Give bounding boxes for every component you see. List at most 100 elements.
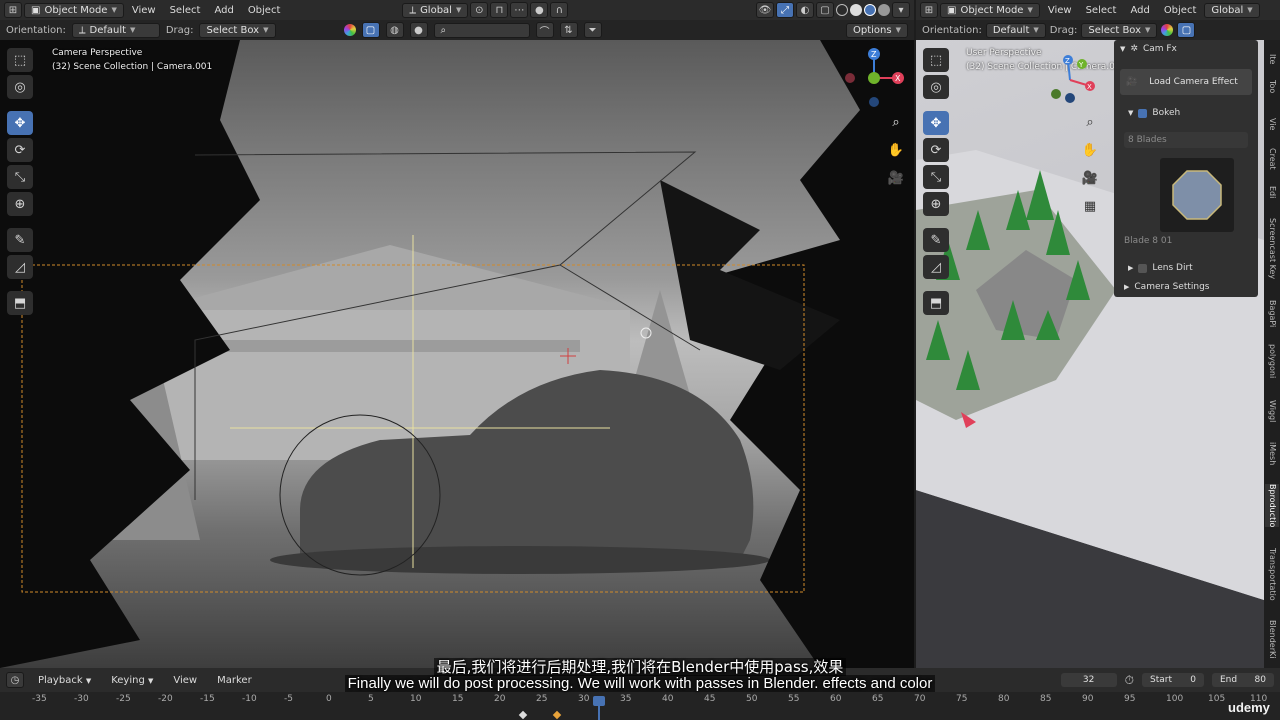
rotate-tool-icon[interactable]: ⟳ <box>7 138 33 162</box>
drag-dropdown[interactable]: Select Box ▼ <box>199 22 276 38</box>
square-select-icon[interactable]: ▢ <box>361 22 380 38</box>
move-tool-icon[interactable]: ✥ <box>7 111 33 135</box>
add-cube-tool-icon[interactable]: ⬒ <box>923 291 949 315</box>
timeline-tick-label: -10 <box>242 694 257 704</box>
playhead[interactable] <box>593 696 605 706</box>
add-cube-tool-icon[interactable]: ⬒ <box>7 291 33 315</box>
mode-dropdown[interactable]: ▣ Object Mode ▼ <box>24 2 124 18</box>
shading-options-icon[interactable]: ▾ <box>892 2 910 18</box>
camera-settings-toggle[interactable]: ▶ Camera Settings <box>1124 282 1252 292</box>
bokeh-checkbox[interactable] <box>1138 108 1148 118</box>
globe-icon[interactable]: ◍ <box>385 22 404 38</box>
measure-tool-icon[interactable]: ◿ <box>7 255 33 279</box>
visibility-icon[interactable]: 👁 <box>756 2 774 18</box>
overlay-toggle-icon[interactable]: ◐ <box>796 2 814 18</box>
cursor-tool-icon[interactable]: ◎ <box>923 75 949 99</box>
keyframe-marker[interactable] <box>518 710 528 720</box>
funnel-icon[interactable]: ⏷ <box>583 22 602 38</box>
sphere-icon[interactable]: ● <box>409 22 428 38</box>
blades-dropdown[interactable]: 8 Blades <box>1124 132 1248 148</box>
side-tab-bproduction[interactable]: Bproductio <box>1265 484 1279 528</box>
menu-add[interactable]: Add <box>208 3 239 18</box>
move-tool-icon[interactable]: ✥ <box>923 111 949 135</box>
load-camera-effect-button[interactable]: 🎥 Load Camera Effect <box>1120 69 1252 95</box>
chevron-down-icon: ▼ <box>1027 6 1033 14</box>
side-tab-wiggle[interactable]: Wiggl <box>1265 400 1279 422</box>
sort-icon[interactable]: ⇅ <box>559 22 578 38</box>
zoom-icon[interactable]: ⌕ <box>886 112 906 132</box>
zoom-icon[interactable]: ⌕ <box>1080 112 1100 132</box>
orientation-dropdown[interactable]: Default ▼ <box>985 22 1046 38</box>
side-tab-view[interactable]: Vie <box>1265 118 1279 130</box>
lens-dirt-toggle[interactable]: ▶ Lens Dirt <box>1128 263 1252 273</box>
color-wheel-icon[interactable] <box>1161 24 1174 36</box>
navigation-gizmo[interactable]: Z X <box>840 44 910 114</box>
side-tab-polygoniq[interactable]: polygoni <box>1265 344 1279 378</box>
rotate-tool-icon[interactable]: ⟳ <box>923 138 949 162</box>
orientation-dropdown[interactable]: ⟂ Default ▼ <box>71 22 160 38</box>
falloff-icon[interactable]: ∩ <box>550 2 569 18</box>
keyframe-marker[interactable] <box>552 710 562 720</box>
cam-fx-header[interactable]: ▼ ✲ Cam Fx <box>1120 44 1252 54</box>
navigation-gizmo[interactable]: Z Y X <box>1044 50 1104 110</box>
editor-type-icon[interactable]: ⊞ <box>920 2 938 18</box>
transform-orientation-dropdown[interactable]: Global ▼ <box>1204 2 1260 18</box>
side-tab-create[interactable]: Creat <box>1265 148 1279 170</box>
select-tool-icon[interactable]: ⬚ <box>923 48 949 72</box>
transform-tool-icon[interactable]: ⊕ <box>923 192 949 216</box>
timeline-tick-label: 5 <box>368 694 374 704</box>
menu-view[interactable]: View <box>1042 3 1078 18</box>
menu-object[interactable]: Object <box>242 3 287 18</box>
viewport-search-input[interactable]: ⌕ <box>433 22 530 38</box>
shading-rendered-icon[interactable] <box>878 4 890 16</box>
snap-icon[interactable]: ⊓ <box>490 2 509 18</box>
side-tab-bagapie[interactable]: BagaPi <box>1265 300 1279 327</box>
square-select-icon[interactable]: ▢ <box>1177 22 1196 38</box>
scale-tool-icon[interactable]: ⤡ <box>7 165 33 189</box>
timeline-ruler[interactable]: -35 -30 -25 -20 -15 -10 -5 0 5 10 15 20 25 30 35 40 45 50… <box>0 692 1280 720</box>
drag-dropdown[interactable]: Select Box ▼ <box>1081 22 1158 38</box>
gizmo-toggle-icon[interactable]: ⤢ <box>776 2 794 18</box>
menu-add[interactable]: Add <box>1124 3 1155 18</box>
menu-select[interactable]: Select <box>164 3 207 18</box>
filter-icon[interactable]: ⌒ <box>535 22 554 38</box>
pan-hand-icon[interactable]: ✋ <box>886 140 906 160</box>
proportional-edit-icon[interactable]: ● <box>530 2 549 18</box>
annotate-tool-icon[interactable]: ✎ <box>7 228 33 252</box>
side-tab-edit[interactable]: Edi <box>1265 186 1279 198</box>
snap-target-icon[interactable]: ⋯ <box>510 2 529 18</box>
side-tab-screencast-keys[interactable]: Screencast Key <box>1265 218 1279 279</box>
camera-view-icon[interactable]: 🎥 <box>1080 168 1100 188</box>
side-tab-transportation[interactable]: Transportatio <box>1265 548 1279 601</box>
mode-dropdown[interactable]: ▣ Object Mode ▼ <box>940 2 1040 18</box>
menu-object[interactable]: Object <box>1158 3 1203 18</box>
scale-tool-icon[interactable]: ⤡ <box>923 165 949 189</box>
annotate-tool-icon[interactable]: ✎ <box>923 228 949 252</box>
shading-wireframe-icon[interactable] <box>836 4 848 16</box>
side-tab-item[interactable]: Ite <box>1265 54 1279 64</box>
lens-dirt-checkbox[interactable] <box>1138 263 1148 273</box>
cursor-tool-icon[interactable]: ◎ <box>7 75 33 99</box>
side-tab-blenderkit[interactable]: BlenderKi <box>1265 620 1279 658</box>
side-tab-imesh[interactable]: iMesh <box>1265 442 1279 465</box>
color-wheel-icon[interactable] <box>343 24 356 36</box>
grid-view-icon[interactable]: ▦ <box>1080 196 1100 216</box>
editor-type-icon[interactable]: ⊞ <box>4 2 22 18</box>
camera-view-icon[interactable]: 🎥 <box>886 168 906 188</box>
shading-material-icon[interactable] <box>864 4 876 16</box>
bokeh-toggle[interactable]: ▼ Bokeh <box>1128 108 1252 118</box>
menu-select[interactable]: Select <box>1080 3 1123 18</box>
measure-tool-icon[interactable]: ◿ <box>923 255 949 279</box>
shading-solid-icon[interactable] <box>850 4 862 16</box>
menu-view[interactable]: View <box>126 3 162 18</box>
side-tab-tool[interactable]: Too <box>1265 80 1279 93</box>
pan-hand-icon[interactable]: ✋ <box>1080 140 1100 160</box>
transform-orientation-dropdown[interactable]: ⟂ Global ▼ <box>402 2 469 18</box>
transform-tool-icon[interactable]: ⊕ <box>7 192 33 216</box>
xray-icon[interactable]: ▢ <box>816 2 834 18</box>
select-tool-icon[interactable]: ⬚ <box>7 48 33 72</box>
camera-viewport[interactable]: Camera Perspective (32) Scene Collection… <box>0 40 914 668</box>
axes-icon: ⟂ <box>409 4 417 16</box>
options-dropdown[interactable]: Options ▼ <box>846 22 908 38</box>
pivot-icon[interactable]: ⊙ <box>470 2 489 18</box>
